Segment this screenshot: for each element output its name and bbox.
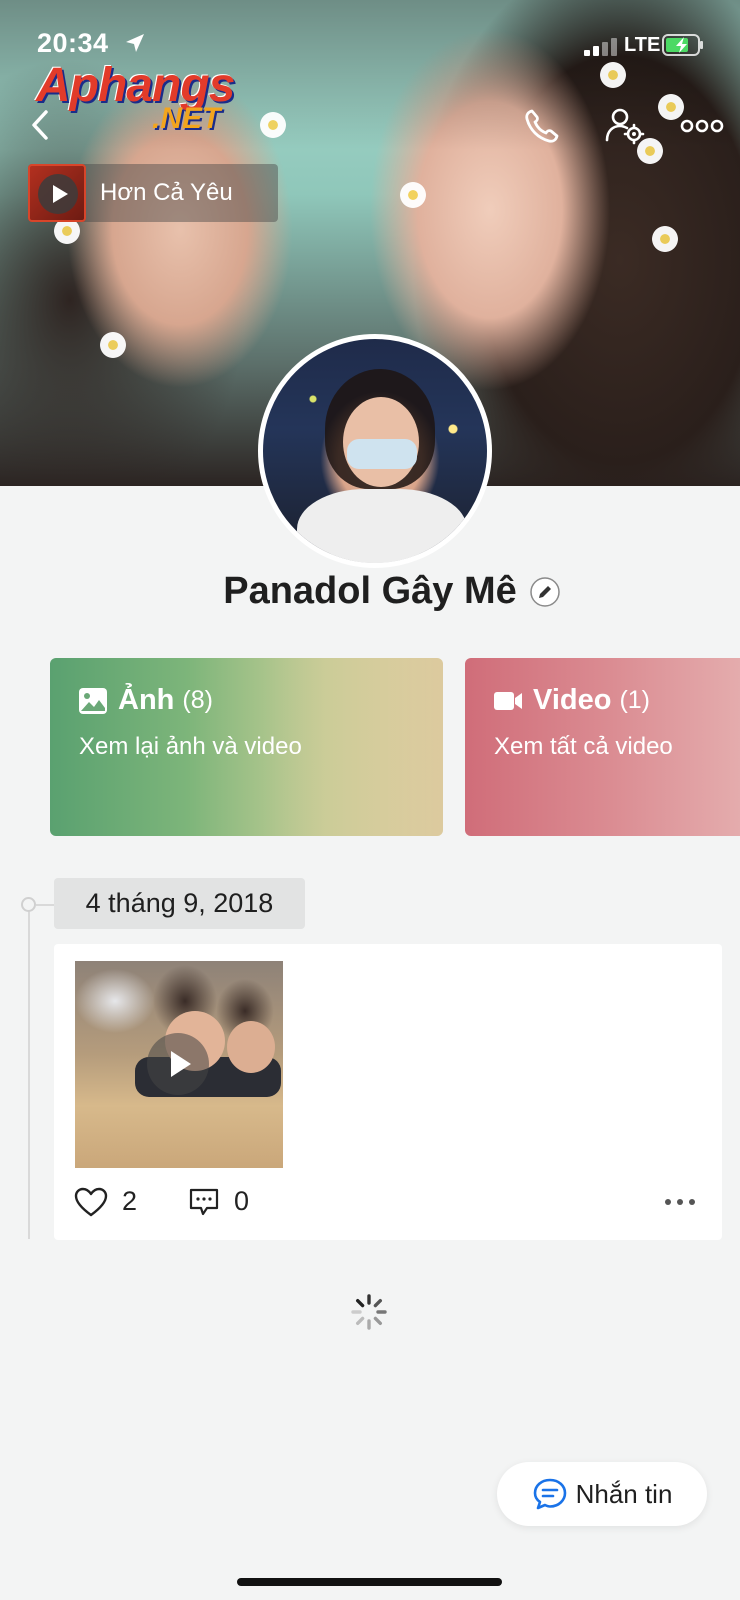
battery-icon (662, 34, 703, 56)
music-title: Hơn Cả Yêu (100, 179, 233, 206)
timeline-line (28, 905, 30, 1239)
video-camera-icon (494, 691, 522, 710)
loading-spinner-icon (351, 1294, 387, 1330)
play-icon[interactable] (147, 1033, 209, 1095)
user-settings-icon[interactable] (604, 106, 646, 146)
videos-card-subtitle: Xem tất cả video (494, 733, 673, 760)
network-type: LTE (624, 34, 661, 56)
videos-card-count: (1) (619, 686, 650, 714)
post-more-icon[interactable] (664, 1196, 696, 1208)
comment-icon (189, 1188, 219, 1215)
photos-card-count: (8) (182, 686, 213, 714)
flower-decoration (398, 180, 428, 210)
status-time: 20:34 (37, 28, 109, 58)
watermark-logo: Aphangs .NET (36, 59, 235, 135)
chat-bubble-icon (533, 1478, 566, 1510)
profile-music-chip[interactable]: Hơn Cả Yêu (28, 164, 278, 222)
home-indicator[interactable] (237, 1578, 502, 1586)
comment-count: 0 (234, 1186, 250, 1216)
timeline-dot (21, 897, 36, 912)
location-arrow-icon (126, 34, 144, 52)
photos-card-subtitle: Xem lại ảnh và video (79, 733, 302, 760)
flower-decoration (650, 224, 680, 254)
signal-icon (584, 38, 617, 56)
edit-pencil-icon[interactable] (529, 576, 561, 608)
flower-decoration (98, 330, 128, 360)
more-options-icon[interactable] (680, 106, 724, 146)
profile-page: 20:34 LTE Aphangs .NET Hơn Cả Yêu Panado… (0, 0, 740, 1600)
comment-button[interactable]: 0 (188, 1186, 249, 1217)
photos-card[interactable]: Ảnh (8) Xem lại ảnh và video (50, 658, 443, 836)
videos-card-title: Video (533, 684, 612, 716)
play-icon[interactable] (38, 174, 78, 214)
send-message-label: Nhắn tin (575, 1478, 673, 1509)
profile-name: Panadol Gây Mê (223, 570, 517, 612)
profile-avatar[interactable] (258, 334, 492, 568)
photos-card-title: Ảnh (118, 684, 175, 716)
like-button[interactable]: 2 (74, 1186, 137, 1217)
back-chevron-icon[interactable] (26, 108, 56, 142)
music-cover-thumbnail (28, 164, 86, 222)
send-message-button[interactable]: Nhắn tin (497, 1462, 707, 1526)
heart-icon (74, 1187, 108, 1216)
timeline-date: 4 tháng 9, 2018 (54, 878, 305, 929)
phone-call-icon[interactable] (522, 106, 564, 146)
image-icon (79, 687, 107, 714)
videos-card[interactable]: Video (1) Xem tất cả video (465, 658, 740, 836)
timeline-post (54, 944, 722, 1240)
post-video-thumbnail[interactable] (75, 961, 283, 1168)
profile-name-row: Panadol Gây Mê (0, 570, 740, 613)
like-count: 2 (122, 1186, 138, 1216)
